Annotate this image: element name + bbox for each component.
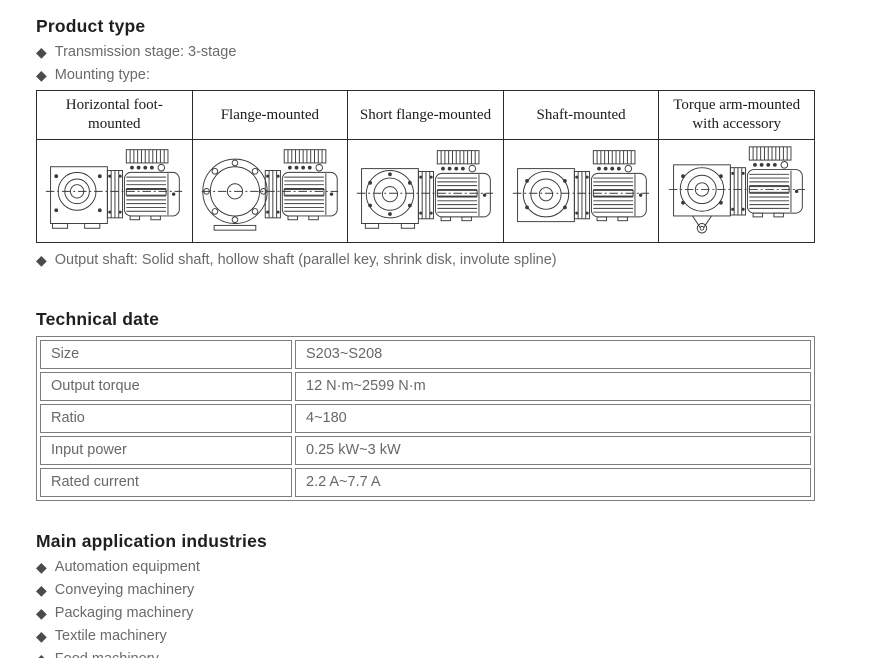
mounting-drawing-row xyxy=(37,140,815,243)
industry-item-label: Automation equipment xyxy=(55,559,200,575)
mounting-col-header: Torque arm-mounted with accessory xyxy=(659,91,815,140)
diamond-bullet-icon: ◆ xyxy=(36,606,47,620)
industry-item-label: Conveying machinery xyxy=(55,582,194,598)
diamond-bullet-icon: ◆ xyxy=(36,583,47,597)
industry-item: ◆ Textile machinery xyxy=(36,628,815,644)
mounting-type-line: ◆ Mounting type: xyxy=(36,67,815,83)
mounting-cell xyxy=(659,140,815,243)
tech-row-value: 4~180 xyxy=(295,404,811,433)
industry-item: ◆ Packaging machinery xyxy=(36,605,815,621)
diamond-bullet-icon: ◆ xyxy=(36,560,47,574)
tech-row-label: Rated current xyxy=(40,468,292,497)
transmission-stage-line: ◆ Transmission stage: 3-stage xyxy=(36,44,815,60)
diamond-bullet-icon: ◆ xyxy=(36,652,47,658)
gearmotor-shaft-mounted-drawing xyxy=(510,140,652,237)
diamond-bullet-icon: ◆ xyxy=(36,629,47,643)
table-row: Output torque 12 N·m~2599 N·m xyxy=(40,372,811,401)
product-type-heading: Product type xyxy=(36,16,815,37)
mounting-type-text: Mounting type: xyxy=(55,67,150,83)
tech-row-label: Size xyxy=(40,340,292,369)
page-content: Product type ◆ Transmission stage: 3-sta… xyxy=(36,16,815,658)
tech-row-value: 0.25 kW~3 kW xyxy=(295,436,811,465)
mounting-col-header: Horizontal foot-mounted xyxy=(37,91,193,140)
table-row: Input power 0.25 kW~3 kW xyxy=(40,436,811,465)
tech-row-label: Output torque xyxy=(40,372,292,401)
industry-item: ◆ Conveying machinery xyxy=(36,582,815,598)
industry-item-label: Packaging machinery xyxy=(55,605,194,621)
tech-row-label: Input power xyxy=(40,436,292,465)
mounting-cell xyxy=(348,140,504,243)
mounting-cell xyxy=(503,140,659,243)
diamond-bullet-icon: ◆ xyxy=(36,253,47,267)
tech-row-value: 12 N·m~2599 N·m xyxy=(295,372,811,401)
technical-date-heading: Technical date xyxy=(36,309,815,330)
product-spec-page: Product type ◆ Transmission stage: 3-sta… xyxy=(0,0,892,658)
tech-row-value: 2.2 A~7.7 A xyxy=(295,468,811,497)
mounting-col-header: Flange-mounted xyxy=(192,91,348,140)
mounting-col-header: Shaft-mounted xyxy=(503,91,659,140)
diamond-bullet-icon: ◆ xyxy=(36,45,47,59)
gearmotor-horizontal-foot-mounted-drawing xyxy=(43,140,185,237)
industry-item: ◆ Food machinery xyxy=(36,651,815,658)
gearmotor-torque-arm-mounted-drawing xyxy=(666,140,808,237)
table-row: Rated current 2.2 A~7.7 A xyxy=(40,468,811,497)
mounting-cell xyxy=(37,140,193,243)
output-shaft-text: Output shaft: Solid shaft, hollow shaft … xyxy=(55,252,557,268)
main-application-industries-heading: Main application industries xyxy=(36,531,815,552)
mounting-header-row: Horizontal foot-mounted Flange-mounted S… xyxy=(37,91,815,140)
mounting-type-table: Horizontal foot-mounted Flange-mounted S… xyxy=(36,90,815,243)
transmission-stage-text: Transmission stage: 3-stage xyxy=(55,44,237,60)
tech-row-value: S203~S208 xyxy=(295,340,811,369)
mounting-cell xyxy=(192,140,348,243)
tech-row-label: Ratio xyxy=(40,404,292,433)
technical-data-table: Size S203~S208 Output torque 12 N·m~2599… xyxy=(36,336,815,501)
industry-item: ◆ Automation equipment xyxy=(36,559,815,575)
gearmotor-short-flange-mounted-drawing xyxy=(354,140,496,237)
table-row: Size S203~S208 xyxy=(40,340,811,369)
diamond-bullet-icon: ◆ xyxy=(36,68,47,82)
industry-item-label: Food machinery xyxy=(55,651,159,658)
industry-item-label: Textile machinery xyxy=(55,628,167,644)
mounting-col-header: Short flange-mounted xyxy=(348,91,504,140)
gearmotor-flange-mounted-drawing xyxy=(199,140,341,237)
output-shaft-line: ◆ Output shaft: Solid shaft, hollow shaf… xyxy=(36,252,815,268)
table-row: Ratio 4~180 xyxy=(40,404,811,433)
